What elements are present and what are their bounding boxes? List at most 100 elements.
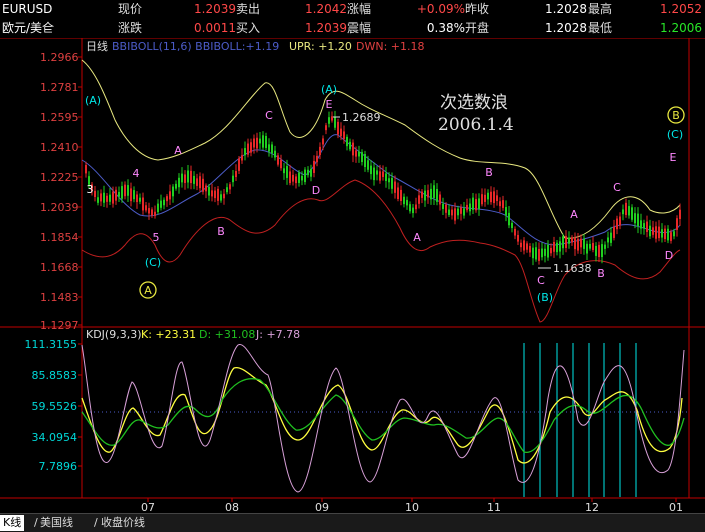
candle bbox=[226, 187, 228, 193]
candle bbox=[427, 190, 429, 198]
candle bbox=[421, 191, 423, 198]
change-pct-label: 涨幅 bbox=[347, 2, 372, 16]
candle bbox=[142, 197, 144, 211]
candle bbox=[121, 186, 123, 199]
candle bbox=[499, 201, 501, 207]
x-tick: 08 bbox=[225, 501, 239, 513]
kdj-y-tick: 34.0954 bbox=[32, 431, 78, 444]
symbol-name: 欧元/美仺 bbox=[2, 21, 55, 35]
candle bbox=[352, 142, 354, 156]
candle bbox=[337, 121, 339, 135]
wave-label: (B) bbox=[537, 291, 553, 304]
circle-wave-label: B bbox=[672, 109, 680, 122]
candle bbox=[580, 238, 582, 248]
kdj-label: KDJ(9,3,3) bbox=[86, 328, 142, 341]
candle bbox=[637, 213, 639, 227]
candle bbox=[181, 173, 183, 183]
tab-us-line[interactable]: 美国线 bbox=[40, 515, 73, 531]
candle bbox=[502, 200, 504, 208]
candle bbox=[430, 188, 432, 200]
wave-label: 5 bbox=[153, 231, 160, 244]
candle bbox=[529, 246, 531, 253]
candle bbox=[325, 125, 327, 131]
candle bbox=[124, 184, 126, 197]
candle bbox=[622, 209, 624, 215]
period-label: 日线 bbox=[86, 39, 108, 53]
wave-labels: (A) 3 4 5 (C) A B C D (A) E A B A C (B) B C D (C) E bbox=[85, 83, 683, 304]
tab-separator-2: / bbox=[94, 516, 98, 529]
candle bbox=[382, 171, 384, 177]
candle bbox=[472, 197, 474, 210]
candle bbox=[475, 199, 477, 211]
chart-area[interactable]: 日线 BBIBOLL(11,6) BBIBOLL:+1.19 UPR: +1.2… bbox=[0, 38, 705, 513]
candle bbox=[361, 152, 363, 163]
wave-label: E bbox=[326, 98, 333, 111]
quote-row-2: 欧元/美仺 涨跌 0.0011 买入 1.2039 震幅 0.38% 开盘 1.… bbox=[0, 19, 705, 38]
candle bbox=[328, 117, 330, 124]
candle bbox=[625, 202, 627, 215]
candle bbox=[304, 169, 306, 183]
candle bbox=[106, 195, 108, 202]
candle bbox=[424, 190, 426, 201]
candle bbox=[445, 204, 447, 213]
candle bbox=[556, 242, 558, 253]
candle bbox=[220, 194, 222, 201]
candle bbox=[613, 226, 615, 238]
candle bbox=[565, 236, 567, 248]
wave-label: 3 bbox=[87, 183, 94, 196]
candle bbox=[616, 218, 618, 230]
candle bbox=[670, 232, 672, 241]
candle bbox=[400, 189, 402, 202]
candle bbox=[418, 195, 420, 204]
candle bbox=[451, 209, 453, 216]
x-tick: 11 bbox=[487, 501, 501, 513]
candle bbox=[535, 247, 537, 260]
wave-label: C bbox=[265, 109, 273, 122]
candle bbox=[604, 244, 606, 249]
candle bbox=[274, 150, 276, 158]
candle bbox=[592, 242, 594, 251]
tab-close-line[interactable]: 收盘价线 bbox=[101, 515, 145, 531]
chart-canvas[interactable]: 日线 BBIBOLL(11,6) BBIBOLL:+1.19 UPR: +1.2… bbox=[0, 38, 705, 513]
candle bbox=[508, 212, 510, 226]
candle bbox=[433, 185, 435, 199]
candle bbox=[310, 169, 312, 177]
candle bbox=[145, 205, 147, 211]
candle bbox=[235, 171, 237, 178]
candle bbox=[151, 209, 153, 216]
candle bbox=[403, 196, 405, 205]
candle bbox=[436, 189, 438, 202]
buy-label: 买入 bbox=[236, 21, 261, 35]
candle bbox=[316, 155, 318, 163]
candle bbox=[271, 144, 273, 154]
symbol-code: EURUSD bbox=[2, 2, 53, 16]
candle bbox=[97, 197, 99, 203]
candle bbox=[571, 237, 573, 243]
candle bbox=[169, 191, 171, 200]
candle bbox=[658, 226, 660, 239]
candle bbox=[526, 243, 528, 250]
candle bbox=[313, 160, 315, 173]
candle bbox=[184, 174, 186, 183]
tab-kline[interactable]: K线 bbox=[0, 515, 25, 531]
candle bbox=[664, 228, 666, 240]
candle bbox=[280, 159, 282, 169]
candle bbox=[196, 178, 198, 186]
prev-close-label: 昨收 bbox=[465, 2, 490, 16]
candle bbox=[448, 209, 450, 215]
main-y-tick: 1.1854 bbox=[40, 231, 79, 244]
wave-label: C bbox=[613, 181, 621, 194]
candle bbox=[568, 237, 570, 244]
main-y-tick: 1.2966 bbox=[40, 51, 79, 64]
candle bbox=[457, 208, 459, 216]
candle bbox=[289, 171, 291, 184]
candle bbox=[634, 213, 636, 224]
candle bbox=[307, 169, 309, 176]
circle-wave-label: A bbox=[144, 284, 152, 297]
candle bbox=[586, 243, 588, 254]
sell-value: 1.2042 bbox=[305, 2, 347, 16]
candle bbox=[601, 244, 603, 258]
main-y-tick: 1.2781 bbox=[40, 81, 79, 94]
candle bbox=[103, 192, 105, 203]
candle bbox=[154, 211, 156, 216]
